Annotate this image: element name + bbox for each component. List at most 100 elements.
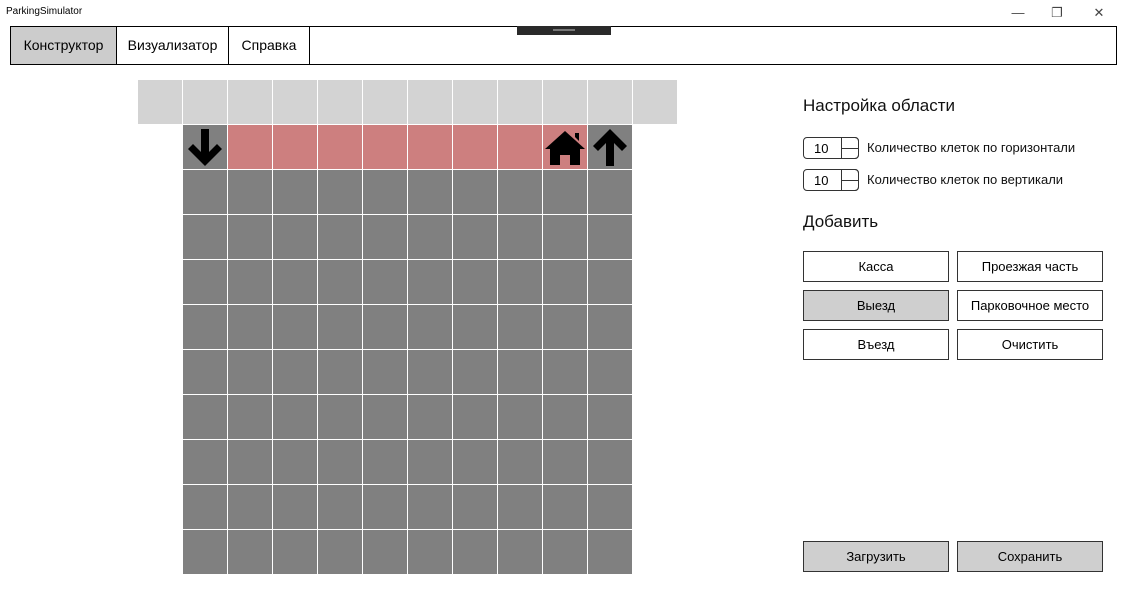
close-button[interactable]: ✕ [1089, 4, 1109, 22]
grid-cell[interactable] [228, 530, 272, 574]
grid-cell[interactable] [498, 215, 542, 259]
header-cell[interactable] [453, 80, 497, 124]
grid-cell[interactable] [318, 215, 362, 259]
tab-constructor[interactable]: Конструктор [11, 27, 117, 64]
horizontal-spin-button[interactable] [841, 137, 859, 159]
road-cell[interactable] [318, 125, 362, 169]
grid-cell[interactable] [183, 395, 227, 439]
grid-cell[interactable] [543, 260, 587, 304]
grid-cell[interactable] [273, 485, 317, 529]
grid-cell[interactable] [453, 170, 497, 214]
horizontal-cells-stepper[interactable]: 10 [803, 137, 859, 159]
road-cell[interactable] [363, 125, 407, 169]
header-cell[interactable] [633, 80, 677, 124]
header-cell[interactable] [228, 80, 272, 124]
grid-cell[interactable] [273, 395, 317, 439]
grid-cell[interactable] [363, 260, 407, 304]
grid-cell[interactable] [273, 350, 317, 394]
header-cell[interactable] [138, 80, 182, 124]
road-cell[interactable] [408, 125, 452, 169]
restore-button[interactable]: ❐ [1047, 4, 1067, 22]
grid-cell[interactable] [228, 305, 272, 349]
parking-spot-button[interactable]: Парковочное место [957, 290, 1103, 321]
grid-cell[interactable] [363, 170, 407, 214]
grid-cell[interactable] [588, 440, 632, 484]
load-button[interactable]: Загрузить [803, 541, 949, 572]
grid-cell[interactable] [183, 530, 227, 574]
grid-cell[interactable] [498, 170, 542, 214]
grid-cell[interactable] [498, 485, 542, 529]
grid-cell[interactable] [228, 485, 272, 529]
drag-handle[interactable] [517, 26, 611, 35]
grid-cell[interactable] [273, 215, 317, 259]
grid-cell[interactable] [318, 485, 362, 529]
grid-cell[interactable] [453, 215, 497, 259]
grid-cell[interactable] [318, 350, 362, 394]
grid-cell[interactable] [543, 440, 587, 484]
grid-cell[interactable] [228, 170, 272, 214]
grid-cell[interactable] [318, 170, 362, 214]
grid-cell[interactable] [543, 485, 587, 529]
grid-cell[interactable] [408, 215, 452, 259]
header-cell[interactable] [498, 80, 542, 124]
grid-cell[interactable] [183, 260, 227, 304]
road-cell[interactable] [498, 125, 542, 169]
header-cell[interactable] [318, 80, 362, 124]
grid-cell[interactable] [363, 485, 407, 529]
header-cell[interactable] [588, 80, 632, 124]
grid-cell[interactable] [273, 260, 317, 304]
header-cell[interactable] [543, 80, 587, 124]
header-cell[interactable] [408, 80, 452, 124]
grid-cell[interactable] [543, 215, 587, 259]
grid-cell[interactable] [228, 260, 272, 304]
grid-cell[interactable] [408, 305, 452, 349]
grid-cell[interactable] [543, 395, 587, 439]
grid-cell[interactable] [498, 305, 542, 349]
grid-cell[interactable] [408, 395, 452, 439]
vertical-spin-button[interactable] [841, 169, 859, 191]
grid-cell[interactable] [363, 305, 407, 349]
grid-cell[interactable] [363, 440, 407, 484]
grid-cell[interactable] [588, 530, 632, 574]
road-cell[interactable] [228, 125, 272, 169]
grid-cell[interactable] [228, 440, 272, 484]
exit-button[interactable]: Выезд [803, 290, 949, 321]
grid-cell[interactable] [453, 260, 497, 304]
grid-cell[interactable] [498, 260, 542, 304]
header-cell[interactable] [363, 80, 407, 124]
grid-cell[interactable] [318, 305, 362, 349]
grid-cell[interactable] [228, 215, 272, 259]
entry-button[interactable]: Въезд [803, 329, 949, 360]
grid-cell[interactable] [453, 395, 497, 439]
cashier-button[interactable]: Касса [803, 251, 949, 282]
grid-cell[interactable] [228, 395, 272, 439]
grid-cell[interactable] [273, 305, 317, 349]
horizontal-cells-value[interactable]: 10 [814, 141, 828, 156]
grid-cell[interactable] [318, 260, 362, 304]
grid-cell[interactable] [543, 305, 587, 349]
grid-cell[interactable] [183, 440, 227, 484]
grid-cell[interactable] [588, 305, 632, 349]
grid-cell[interactable] [183, 350, 227, 394]
header-cell[interactable] [273, 80, 317, 124]
grid-cell[interactable] [453, 440, 497, 484]
grid-cell[interactable] [498, 395, 542, 439]
grid-cell[interactable] [408, 485, 452, 529]
grid-cell[interactable] [588, 485, 632, 529]
vertical-cells-value[interactable]: 10 [814, 173, 828, 188]
grid-cell[interactable] [408, 170, 452, 214]
grid-cell[interactable] [498, 530, 542, 574]
grid-cell[interactable] [588, 215, 632, 259]
grid-cell[interactable] [453, 305, 497, 349]
header-cell[interactable] [183, 80, 227, 124]
road-cell[interactable] [453, 125, 497, 169]
clear-button[interactable]: Очистить [957, 329, 1103, 360]
grid-cell[interactable] [498, 350, 542, 394]
grid-cell[interactable] [543, 530, 587, 574]
grid-cell[interactable] [183, 485, 227, 529]
grid-cell[interactable] [408, 350, 452, 394]
grid-cell[interactable] [273, 440, 317, 484]
tab-visualizer[interactable]: Визуализатор [117, 27, 229, 64]
grid-cell[interactable] [273, 530, 317, 574]
grid-cell[interactable] [588, 395, 632, 439]
